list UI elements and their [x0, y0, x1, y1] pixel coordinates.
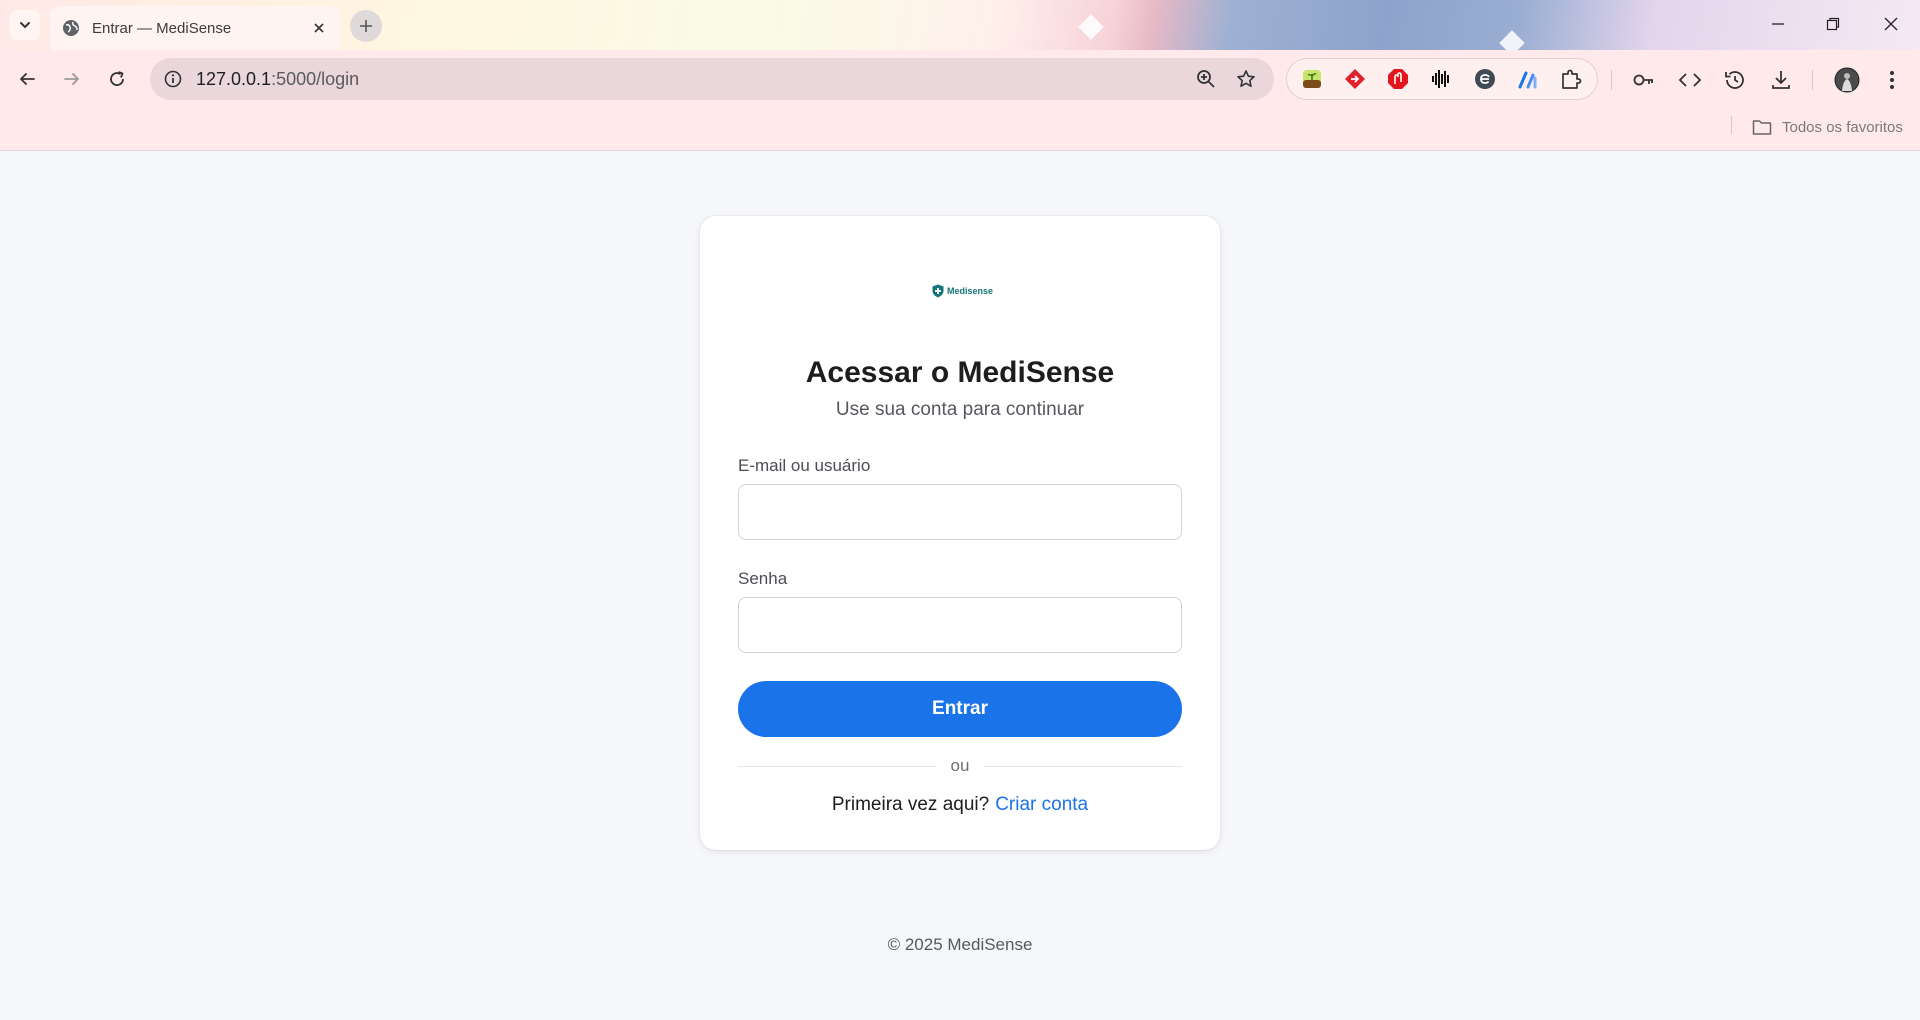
audio-wave-extension-icon[interactable] [1424, 61, 1458, 97]
restore-icon [1826, 17, 1840, 31]
forward-button[interactable] [55, 62, 89, 96]
history-button[interactable] [1717, 62, 1753, 98]
download-icon [1772, 71, 1790, 89]
minimize-icon [1772, 23, 1784, 25]
kebab-menu-icon [1890, 71, 1894, 89]
medisense-logo: Medisense [932, 284, 993, 298]
reload-button[interactable] [100, 62, 134, 96]
chart-extension-icon[interactable] [1511, 61, 1545, 97]
url-text[interactable]: 127.0.0.1:5000/login [196, 69, 1188, 90]
login-button[interactable]: Entrar [738, 681, 1182, 737]
bookmarks-separator [1731, 116, 1732, 134]
tab-close-button[interactable] [308, 17, 330, 39]
email-field[interactable] [738, 484, 1182, 540]
page-subtitle: Use sua conta para continuar [835, 399, 1085, 420]
arrow-left-icon [20, 73, 35, 85]
ad-block-extension-icon[interactable] [1381, 61, 1415, 97]
decorative-diamond [1078, 14, 1104, 40]
extensions-group [1286, 58, 1598, 100]
decorative-diamond [1499, 30, 1525, 50]
password-manager-button[interactable] [1626, 62, 1662, 98]
restore-button[interactable] [1811, 8, 1855, 40]
globe-icon [63, 20, 79, 36]
password-field[interactable] [738, 597, 1182, 653]
chevron-down-icon [20, 22, 30, 29]
page-footer: © 2025 MediSense [887, 935, 1033, 954]
back-button[interactable] [10, 62, 44, 96]
profile-avatar-button[interactable] [1829, 62, 1865, 98]
close-window-button[interactable] [1869, 8, 1913, 40]
page-title: Acessar o MediSense [805, 356, 1115, 389]
tab-title: Entrar — MediSense [92, 19, 232, 37]
tab-search-button[interactable] [10, 10, 40, 40]
url-host: 127.0.0.1 [196, 68, 272, 89]
site-info-icon[interactable] [160, 66, 186, 92]
arrow-right-icon [64, 73, 79, 85]
logo-wordmark: Medisense [947, 286, 994, 296]
avatar-icon [1834, 67, 1860, 93]
zoom-icon[interactable] [1188, 61, 1224, 97]
create-account-link[interactable]: Criar conta [995, 794, 1088, 815]
active-tab[interactable]: Entrar — MediSense [50, 6, 340, 50]
key-icon [1633, 74, 1653, 86]
login-card: Medisense Acessar o MediSense Use sua co… [700, 216, 1220, 850]
all-bookmarks-label: Todos os favoritos [1782, 118, 1903, 136]
email-label: E-mail ou usuário [738, 456, 871, 475]
browser-menu-button[interactable] [1874, 62, 1910, 98]
signup-prompt: Primeira vez aqui? [831, 794, 990, 815]
e-extension-icon[interactable] [1468, 61, 1502, 97]
history-icon [1725, 71, 1744, 89]
toolbar-separator [1611, 70, 1612, 90]
close-icon [1884, 17, 1898, 31]
new-tab-button[interactable] [350, 10, 382, 42]
close-icon [314, 23, 324, 33]
diamond-arrow-extension-icon[interactable] [1338, 61, 1372, 97]
minimize-button[interactable] [1756, 8, 1800, 40]
folder-icon [1752, 120, 1772, 135]
bookmark-star-icon[interactable] [1228, 61, 1264, 97]
signup-row: Primeira vez aqui? Criar conta [700, 794, 1220, 816]
address-bar[interactable]: 127.0.0.1:5000/login [150, 58, 1274, 100]
tab-strip: Entrar — MediSense [0, 0, 1920, 50]
plus-icon [360, 20, 372, 32]
code-icon [1678, 73, 1702, 87]
sprout-extension-icon[interactable] [1295, 61, 1329, 97]
devtools-button[interactable] [1672, 62, 1708, 98]
all-bookmarks-button[interactable]: Todos os favoritos [1752, 114, 1903, 140]
reload-icon [110, 71, 124, 86]
password-label: Senha [738, 569, 788, 588]
browser-toolbar: 127.0.0.1:5000/login Todos os favoritos [0, 50, 1920, 151]
shield-cross-icon [932, 284, 944, 298]
toolbar-separator [1812, 70, 1813, 90]
downloads-button[interactable] [1763, 62, 1799, 98]
url-path: :5000/login [271, 68, 360, 89]
divider-or: ou [950, 756, 970, 775]
puzzle-extensions-icon[interactable] [1554, 61, 1588, 97]
